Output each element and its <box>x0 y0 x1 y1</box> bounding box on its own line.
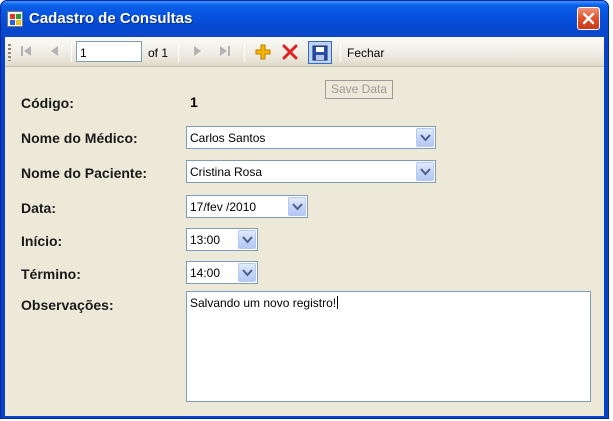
add-new-button[interactable] <box>253 42 273 62</box>
move-last-button[interactable] <box>215 42 235 62</box>
position-input[interactable] <box>76 41 142 62</box>
close-icon <box>582 12 595 25</box>
app-icon <box>7 11 23 27</box>
codigo-label: Código: <box>21 95 74 111</box>
paciente-dropdown-button[interactable] <box>416 162 434 181</box>
window-title: Cadastro de Consultas <box>29 10 193 27</box>
inicio-value: 13:00 <box>190 233 221 247</box>
toolbar-separator <box>340 43 341 62</box>
paciente-value: Cristina Rosa <box>190 165 263 179</box>
move-first-button[interactable] <box>16 42 36 62</box>
toolbar-separator <box>178 43 179 62</box>
chevron-down-icon <box>420 134 431 142</box>
form-client-area: of 1 <box>5 37 604 416</box>
move-previous-button[interactable] <box>45 42 65 62</box>
save-button[interactable] <box>308 41 332 64</box>
medico-dropdown-button[interactable] <box>416 128 434 147</box>
delete-icon <box>282 44 298 60</box>
data-dropdown-button[interactable] <box>288 197 306 216</box>
toolbar-separator <box>244 43 245 62</box>
move-next-icon <box>194 46 201 56</box>
toolbar-separator <box>71 43 72 62</box>
chevron-down-icon <box>242 236 253 244</box>
data-value: 17/fev /2010 <box>190 200 257 214</box>
termino-value: 14:00 <box>190 266 221 280</box>
observacoes-label: Observações: <box>21 297 114 313</box>
medico-value: Carlos Santos <box>190 131 266 145</box>
chevron-down-icon <box>292 203 303 211</box>
chevron-down-icon <box>242 269 253 277</box>
move-first-icon <box>21 46 31 56</box>
move-previous-icon <box>51 46 58 56</box>
save-tooltip: Save Data <box>325 80 393 99</box>
close-button[interactable] <box>577 7 600 30</box>
termino-dropdown-button[interactable] <box>238 263 256 282</box>
title-bar[interactable]: Cadastro de Consultas <box>1 1 608 37</box>
inicio-timepicker[interactable]: 13:00 <box>186 228 258 251</box>
count-label: of 1 <box>148 46 169 60</box>
move-last-icon <box>220 46 230 56</box>
medico-combobox[interactable]: Carlos Santos <box>186 126 436 149</box>
save-icon <box>312 45 328 61</box>
observacoes-value: Salvando um novo registro! <box>190 296 337 310</box>
toolbar-grip[interactable] <box>8 44 11 61</box>
text-caret <box>337 296 339 309</box>
data-label: Data: <box>21 200 57 216</box>
close-form-button[interactable]: Fechar <box>347 46 384 60</box>
codigo-value: 1 <box>190 94 198 110</box>
paciente-combobox[interactable]: Cristina Rosa <box>186 160 436 183</box>
inicio-dropdown-button[interactable] <box>238 230 256 249</box>
chevron-down-icon <box>420 168 431 176</box>
inicio-label: Início: <box>21 233 63 249</box>
move-next-button[interactable] <box>187 42 207 62</box>
termino-label: Término: <box>21 266 81 282</box>
observacoes-textarea[interactable]: Salvando um novo registro! <box>186 291 591 402</box>
delete-button[interactable] <box>280 42 300 62</box>
app-window: Cadastro de Consultas of 1 <box>0 0 609 419</box>
add-icon <box>255 44 271 60</box>
binding-navigator: of 1 <box>5 37 604 67</box>
data-datepicker[interactable]: 17/fev /2010 <box>186 195 308 218</box>
paciente-label: Nome do Paciente: <box>21 165 148 181</box>
termino-timepicker[interactable]: 14:00 <box>186 261 258 284</box>
medico-label: Nome do Médico: <box>21 130 138 146</box>
